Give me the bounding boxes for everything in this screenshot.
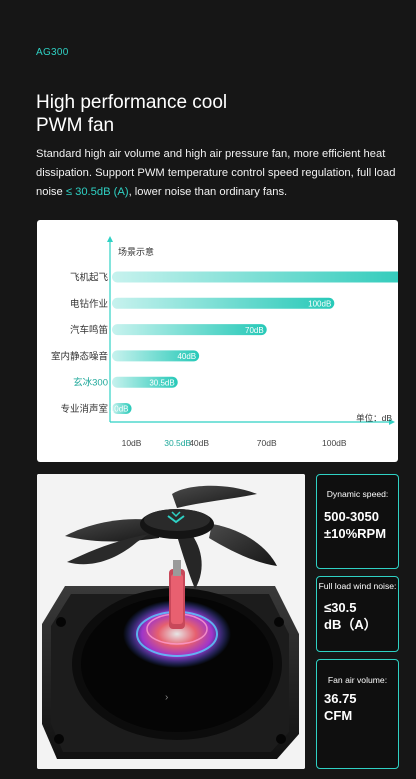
- y-axis-arrow: [107, 236, 113, 242]
- category-label: 室内静态噪音: [51, 350, 108, 362]
- spec-value-line-1: ≤30.5: [324, 600, 357, 615]
- category-label: 玄冰300: [73, 377, 108, 389]
- chart-title: 场景示意: [118, 246, 154, 257]
- fan-product-image: ›: [37, 474, 305, 769]
- product-tag: AG300: [36, 47, 69, 58]
- noise-bar-chart: 场景示意单位：dB飞机起飞140dB电钻作业100dB汽车鸣笛70dB室内静态噪…: [51, 236, 398, 448]
- bar-value-label: 100dB: [308, 300, 331, 309]
- x-tick-label: 70dB: [257, 438, 277, 448]
- category-label: 飞机起飞: [70, 272, 109, 284]
- bar: [112, 271, 398, 283]
- category-label: 专业消声室: [60, 403, 108, 415]
- spec-value-line-2: ±10%RPM: [324, 526, 387, 541]
- x-tick-label: 30.5dB: [164, 438, 191, 448]
- svg-text:›: ›: [165, 692, 168, 703]
- spec-value-line-1: 36.75: [324, 691, 357, 706]
- description: Standard high air volume and high air pr…: [36, 145, 408, 202]
- bar-value-label: 40dB: [177, 352, 196, 361]
- spec-value-line-2: dB（A）: [324, 617, 377, 632]
- spec-label: Full load wind noise:: [318, 581, 397, 591]
- bar-value-label: 70dB: [245, 326, 264, 335]
- unit-label: 单位：dB: [356, 413, 392, 423]
- category-label: 电钻作业: [70, 298, 108, 310]
- spec-fan-air-volume: Fan air volume: 36.75 CFM: [316, 659, 399, 769]
- title-line-1: High performance cool: [36, 92, 228, 113]
- spec-dynamic-speed: Dynamic speed: 500-3050 ±10%RPM: [316, 474, 399, 569]
- x-tick-label: 40dB: [189, 438, 209, 448]
- noise-highlight: ≤ 30.5dB (A): [65, 186, 129, 198]
- x-tick-label: 100dB: [322, 438, 347, 448]
- description-text-end: , lower noise than ordinary fans.: [128, 186, 288, 198]
- bar: [112, 324, 267, 336]
- fan-illustration: ›: [37, 474, 305, 769]
- bar-value-label: 10dB: [110, 405, 129, 414]
- page-title: High performance cool PWM fan: [36, 91, 396, 137]
- bar: [112, 297, 335, 309]
- bar-value-label: 30.5dB: [149, 378, 174, 387]
- spec-label: Fan air volume:: [327, 675, 388, 685]
- spec-value-line-2: CFM: [324, 708, 353, 723]
- title-line-2: PWM fan: [36, 115, 115, 136]
- noise-chart-card: 场景示意单位：dB飞机起飞140dB电钻作业100dB汽车鸣笛70dB室内静态噪…: [37, 220, 398, 462]
- spec-label: Dynamic speed:: [326, 489, 389, 499]
- x-tick-label: 10dB: [122, 438, 142, 448]
- category-label: 汽车鸣笛: [70, 324, 108, 336]
- spec-value-line-1: 500-3050: [324, 509, 379, 524]
- spec-full-load-noise: Full load wind noise: ≤30.5 dB（A）: [316, 576, 399, 652]
